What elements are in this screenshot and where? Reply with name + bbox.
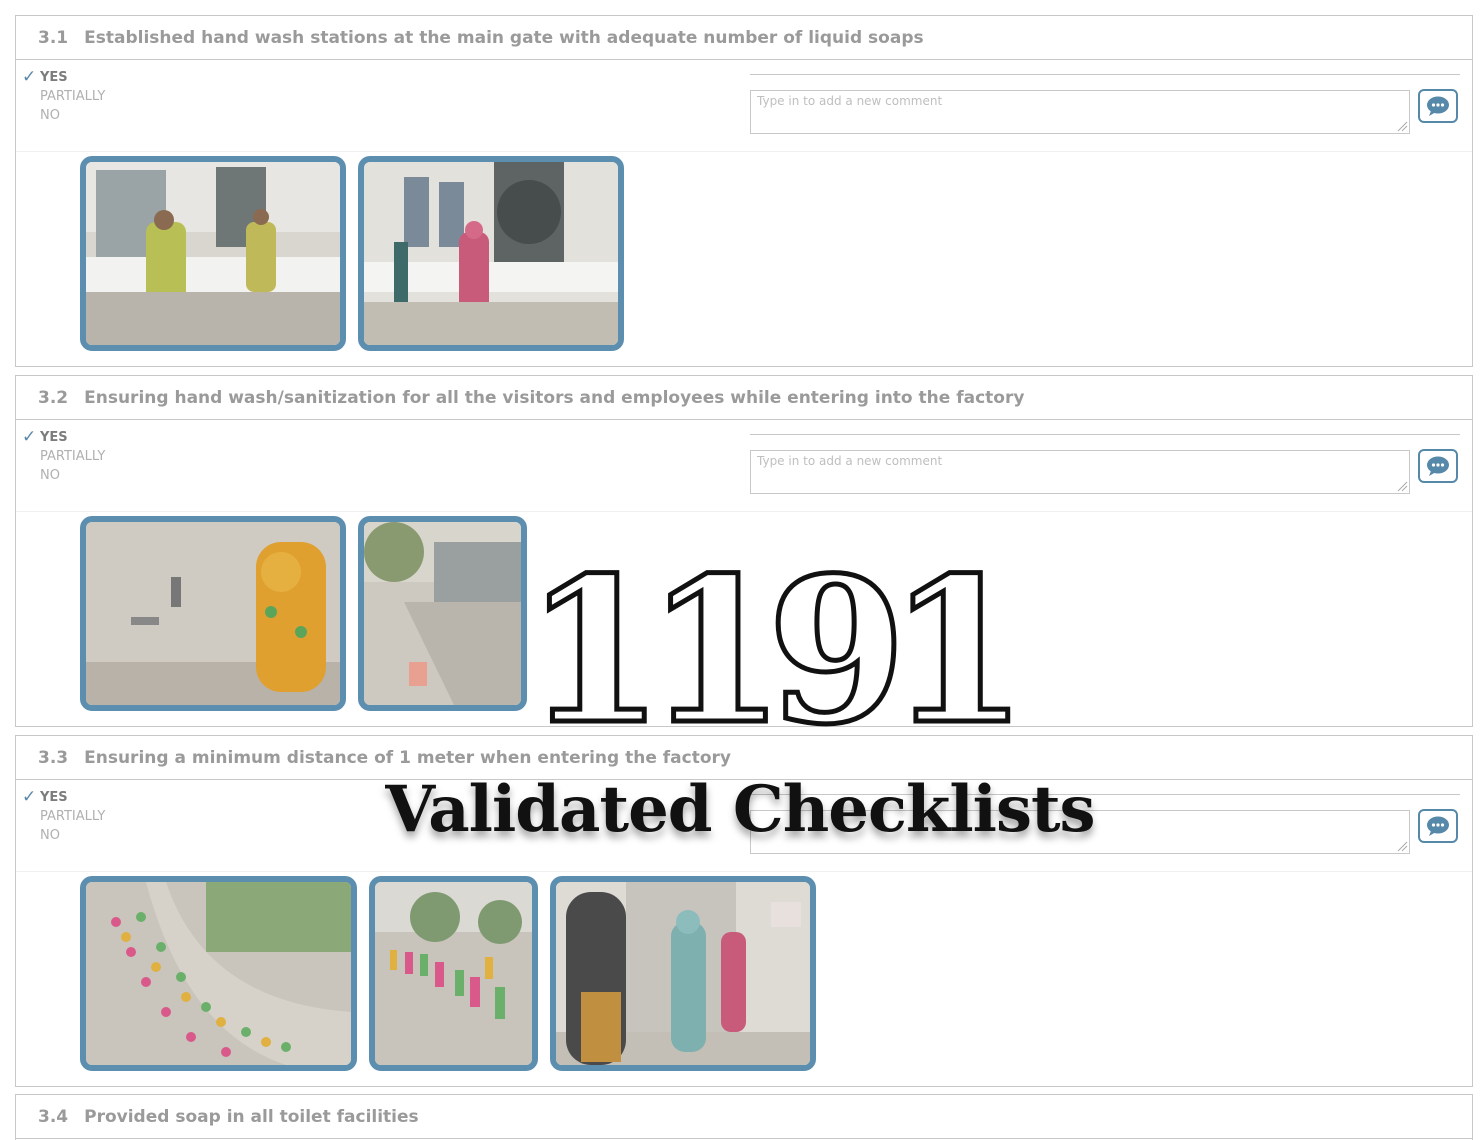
add-comment-button[interactable]	[1418, 449, 1458, 483]
divider	[750, 74, 1460, 75]
checkmark-icon: ✓	[22, 787, 37, 807]
item-number: 3.4	[38, 1106, 69, 1127]
photo-thumbnail[interactable]	[358, 156, 624, 351]
option-no[interactable]: NO	[22, 466, 105, 485]
comment-bubble-icon	[1427, 456, 1449, 476]
checkmark-icon: ✓	[22, 427, 37, 447]
answer-row: ✓ YES PARTIALLY NO	[16, 60, 1472, 152]
checklist-item-3-4: 3.4 Provided soap in all toilet faciliti…	[15, 1094, 1473, 1140]
answer-options: ✓ YES PARTIALLY NO	[22, 788, 105, 845]
item-title: Ensuring hand wash/sanitization for all …	[84, 387, 1025, 408]
answer-options: ✓ YES PARTIALLY NO	[22, 68, 105, 125]
item-header: 3.2 Ensuring hand wash/sanitization for …	[16, 376, 1472, 420]
photo-gallery	[80, 156, 624, 351]
resize-grip-icon[interactable]	[1396, 120, 1408, 132]
option-yes[interactable]: ✓ YES	[22, 788, 105, 807]
validated-count: 1191	[523, 534, 1031, 769]
photo-thumbnail[interactable]	[80, 156, 346, 351]
comment-bubble-icon	[1427, 96, 1449, 116]
item-number: 3.3	[38, 747, 69, 768]
option-no[interactable]: NO	[22, 106, 105, 125]
item-header: 3.1 Established hand wash stations at th…	[16, 16, 1472, 60]
comment-bubble-icon	[1427, 816, 1449, 836]
add-comment-button[interactable]	[1418, 809, 1458, 843]
option-partially[interactable]: PARTIALLY	[22, 87, 105, 106]
photo-thumbnail[interactable]	[550, 876, 816, 1071]
answer-row: ✓ YES PARTIALLY NO	[16, 420, 1472, 512]
photo-thumbnail[interactable]	[369, 876, 538, 1071]
option-no[interactable]: NO	[22, 826, 105, 845]
comment-input[interactable]	[750, 450, 1410, 494]
item-number: 3.1	[38, 27, 69, 48]
option-partially[interactable]: PARTIALLY	[22, 447, 105, 466]
photo-gallery	[80, 516, 527, 711]
resize-grip-icon[interactable]	[1396, 480, 1408, 492]
answer-options: ✓ YES PARTIALLY NO	[22, 428, 105, 485]
item-title: Provided soap in all toilet facilities	[84, 1106, 419, 1127]
add-comment-button[interactable]	[1418, 89, 1458, 123]
photo-thumbnail[interactable]	[80, 516, 346, 711]
checklist-item-3-1: 3.1 Established hand wash stations at th…	[15, 15, 1473, 367]
validated-caption: Validated Checklists	[385, 772, 1095, 847]
checkmark-icon: ✓	[22, 67, 37, 87]
item-title: Established hand wash stations at the ma…	[84, 27, 924, 48]
option-partially[interactable]: PARTIALLY	[22, 807, 105, 826]
option-yes[interactable]: ✓ YES	[22, 428, 105, 447]
item-number: 3.2	[38, 387, 69, 408]
photo-gallery	[80, 876, 816, 1071]
photo-thumbnail[interactable]	[358, 516, 527, 711]
comment-input[interactable]	[750, 90, 1410, 134]
option-yes[interactable]: ✓ YES	[22, 68, 105, 87]
item-header: 3.4 Provided soap in all toilet faciliti…	[16, 1095, 1472, 1139]
photo-thumbnail[interactable]	[80, 876, 357, 1071]
divider	[750, 434, 1460, 435]
resize-grip-icon[interactable]	[1396, 840, 1408, 852]
